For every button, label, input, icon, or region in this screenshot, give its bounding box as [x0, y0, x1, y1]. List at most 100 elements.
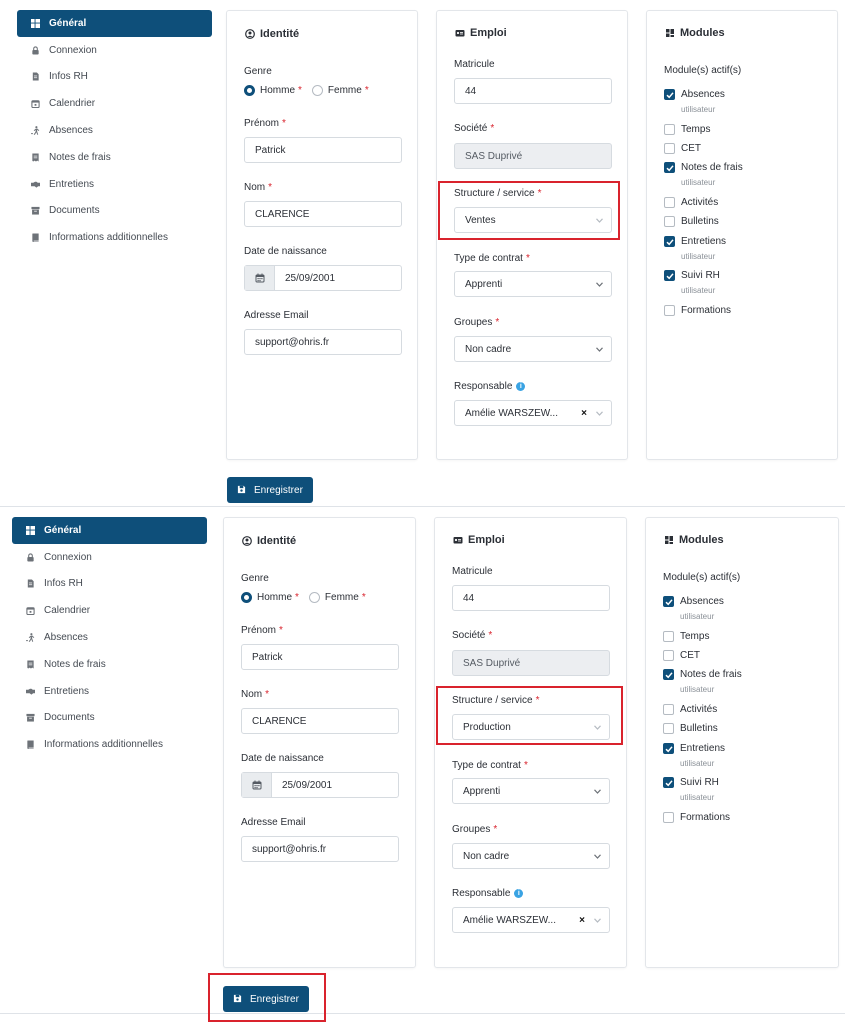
- module-checkbox[interactable]: [664, 216, 675, 227]
- module-label: Activités: [681, 197, 719, 208]
- responsable-select[interactable]: Amélie WARSZEW... ×: [452, 907, 610, 933]
- prenom-input[interactable]: Patrick: [244, 137, 402, 163]
- module-checkbox[interactable]: [664, 143, 675, 154]
- clear-icon[interactable]: ×: [579, 915, 585, 926]
- sidebar-item-entretiens[interactable]: Entretiens: [17, 171, 212, 198]
- homme-label: Homme: [257, 592, 293, 603]
- module-label: Notes de frais: [681, 162, 743, 173]
- module-suivi-rh: Suivi RH: [663, 777, 719, 788]
- sidebar-item-calendrier[interactable]: Calendrier: [17, 90, 212, 117]
- matricule-input[interactable]: 44: [452, 585, 610, 611]
- module-checkbox[interactable]: [663, 631, 674, 642]
- module-label: Entretiens: [680, 743, 726, 754]
- email-input[interactable]: support@ohris.fr: [241, 836, 399, 862]
- matricule-input[interactable]: 44: [454, 78, 612, 104]
- femme-radio[interactable]: [308, 592, 320, 603]
- sidebar-item-label: Calendrier: [44, 605, 91, 617]
- sidebar-item-documents[interactable]: Documents: [17, 198, 212, 225]
- module-checkbox[interactable]: [664, 89, 675, 100]
- module-checkbox[interactable]: [663, 812, 674, 823]
- calendar-icon[interactable]: [245, 266, 275, 290]
- sidebar-item-informations-additionnelles[interactable]: Informations additionnelles: [17, 224, 212, 251]
- module-checkbox[interactable]: [663, 650, 674, 661]
- responsable-select[interactable]: Amélie WARSZEW... ×: [454, 400, 612, 426]
- save-button[interactable]: Enregistrer: [227, 477, 313, 503]
- module-checkbox[interactable]: [664, 270, 675, 281]
- prenom-input[interactable]: Patrick: [241, 644, 399, 670]
- info-icon[interactable]: i: [514, 889, 524, 898]
- homme-radio[interactable]: [241, 592, 252, 603]
- sidebar-item-general[interactable]: Général: [12, 517, 207, 544]
- module-label: CET: [681, 143, 701, 154]
- sidebar-item-entretiens[interactable]: Entretiens: [12, 678, 207, 705]
- module-sublabel: utilisateur: [681, 105, 716, 114]
- nom-input[interactable]: CLARENCE: [241, 708, 399, 734]
- contrat-select[interactable]: Apprenti: [452, 778, 610, 804]
- dob-input[interactable]: 25/09/2001: [244, 265, 402, 291]
- module-checkbox[interactable]: [663, 723, 674, 734]
- module-label: Entretiens: [681, 236, 727, 247]
- emploi-title: Emploi: [454, 27, 507, 39]
- module-checkbox[interactable]: [664, 305, 675, 316]
- email-label: Adresse Email: [244, 310, 309, 321]
- sidebar-item-notes-de-frais[interactable]: Notes de frais: [12, 651, 207, 678]
- contrat-label: Type de contrat *: [454, 253, 530, 264]
- sidebar-item-absences[interactable]: Absences: [17, 117, 212, 144]
- societe-label: Société *: [454, 123, 495, 134]
- module-label: Absences: [680, 596, 724, 607]
- module-checkbox[interactable]: [664, 197, 675, 208]
- sidebar: Général Connexion Infos RH Calendrier Absenc…: [12, 517, 207, 758]
- info-icon[interactable]: i: [516, 382, 526, 391]
- sidebar-item-absences[interactable]: Absences: [12, 624, 207, 651]
- chevron-down-icon: [595, 409, 603, 417]
- module-checkbox[interactable]: [663, 596, 674, 607]
- groupes-label: Groupes *: [454, 317, 500, 328]
- module-absences: Absences: [664, 89, 725, 100]
- layout-icon: [24, 524, 36, 536]
- sidebar-item-informations-additionnelles[interactable]: Informations additionnelles: [12, 731, 207, 758]
- screenshot-panel-before: Général Connexion Infos RH Calendrier Absenc…: [0, 0, 845, 507]
- module-checkbox[interactable]: [663, 743, 674, 754]
- module-checkbox[interactable]: [663, 777, 674, 788]
- module-sublabel: utilisateur: [680, 685, 715, 694]
- module-checkbox[interactable]: [664, 124, 675, 135]
- chevron-down-icon: [593, 852, 601, 860]
- modules-subtitle: Module(s) actif(s): [664, 65, 742, 76]
- user-circle-icon: [241, 536, 252, 547]
- sidebar-item-label: Calendrier: [49, 98, 96, 110]
- module-cet: CET: [664, 143, 701, 154]
- homme-radio[interactable]: [244, 85, 255, 96]
- sidebar-item-general[interactable]: Général: [17, 10, 212, 37]
- receipt-icon: [24, 658, 36, 670]
- module-checkbox[interactable]: [663, 704, 674, 715]
- genre-radio-group: Homme * Femme *: [244, 85, 369, 96]
- email-input[interactable]: support@ohris.fr: [244, 329, 402, 355]
- calendar-icon[interactable]: [242, 773, 272, 797]
- sidebar-item-connexion[interactable]: Connexion: [12, 544, 207, 571]
- module-formations: Formations: [663, 812, 730, 823]
- dob-input[interactable]: 25/09/2001: [241, 772, 399, 798]
- file-icon: [29, 71, 41, 83]
- module-checkbox[interactable]: [664, 236, 675, 247]
- walking-icon: [29, 125, 41, 137]
- module-checkbox[interactable]: [663, 669, 674, 680]
- sidebar-item-label: Général: [49, 17, 87, 29]
- sidebar-item-connexion[interactable]: Connexion: [17, 37, 212, 64]
- responsable-label: Responsable i: [452, 888, 524, 899]
- nom-input[interactable]: CLARENCE: [244, 201, 402, 227]
- sidebar-item-label: Général: [44, 524, 82, 536]
- module-checkbox[interactable]: [664, 162, 675, 173]
- sidebar-item-infos-rh[interactable]: Infos RH: [12, 571, 207, 598]
- module-sublabel: utilisateur: [681, 252, 716, 261]
- femme-radio[interactable]: [311, 85, 323, 96]
- groupes-select[interactable]: Non cadre: [454, 336, 612, 362]
- contrat-select[interactable]: Apprenti: [454, 271, 612, 297]
- clear-icon[interactable]: ×: [581, 408, 587, 419]
- sidebar-item-notes-de-frais[interactable]: Notes de frais: [17, 144, 212, 171]
- genre-label: Genre: [244, 66, 272, 77]
- groupes-select[interactable]: Non cadre: [452, 843, 610, 869]
- sidebar-item-infos-rh[interactable]: Infos RH: [17, 64, 212, 91]
- sidebar-item-documents[interactable]: Documents: [12, 705, 207, 732]
- file-icon: [24, 578, 36, 590]
- sidebar-item-calendrier[interactable]: Calendrier: [12, 597, 207, 624]
